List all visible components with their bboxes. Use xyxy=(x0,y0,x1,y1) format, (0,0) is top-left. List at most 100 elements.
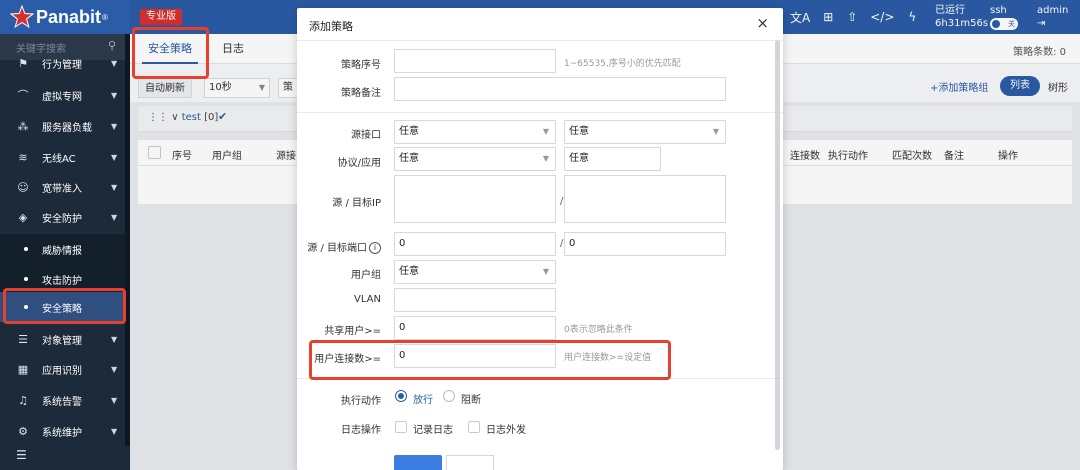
sidebar-item-broadband[interactable]: ☺ 宽带准入 ▼ xyxy=(0,172,130,202)
sidebar-item-label: 系统告警 xyxy=(42,396,82,408)
chevron-down-icon: ▼ xyxy=(111,395,118,405)
dst-interface-select[interactable]: 任意 ▼ xyxy=(564,120,726,144)
seq-label: 策略序号 xyxy=(341,60,381,71)
vpn-icon: ⌒ xyxy=(17,89,29,102)
wifi-icon: ≋ xyxy=(18,150,28,164)
collapse-menu-icon[interactable]: ☰ xyxy=(16,448,27,462)
sidebar-subitem-threat-intel[interactable]: 威胁情报 xyxy=(0,234,130,264)
sidebar-item-label: 无线AC xyxy=(42,153,76,165)
sidebar: 关键字搜索 ⚲ ⚑ 行为管理 ▼ ⌒ 虚拟专网 ▼ ⁂ 服务器负载 ▼ ≋ 无线… xyxy=(0,34,130,470)
record-log-label[interactable]: 记录日志 xyxy=(413,421,453,436)
remark-input[interactable] xyxy=(394,77,726,101)
chevron-down-icon: ▼ xyxy=(111,212,118,222)
sidebar-item-wireless[interactable]: ≋ 无线AC ▼ xyxy=(0,142,130,172)
sidebar-item-maintenance[interactable]: ⚙ 系统维护 ▼ xyxy=(0,416,130,446)
sidebar-item-label: 安全防护 xyxy=(42,213,82,225)
src-port-input[interactable]: 0 xyxy=(394,232,556,256)
chevron-down-icon: ▼ xyxy=(111,152,118,162)
share-user-label: 共享用户>= xyxy=(324,326,381,337)
logo-star-icon xyxy=(10,5,34,29)
add-policy-dialog: 添加策略 × 策略序号 1~65535,序号小的优先匹配 策略备注 源接口 任意… xyxy=(297,8,783,470)
remark-label: 策略备注 xyxy=(341,88,381,99)
chevron-down-icon: ▼ xyxy=(111,58,118,68)
logo: Panabit ® xyxy=(10,5,108,29)
sidebar-item-label: 行为管理 xyxy=(42,59,82,71)
chevron-down-icon: ▼ xyxy=(712,127,719,136)
share-user-value: 0 xyxy=(399,322,406,333)
sidebar-subitem-label: 攻击防护 xyxy=(42,275,82,287)
highlight-box xyxy=(132,27,209,79)
chevron-down-icon: ▼ xyxy=(111,90,118,100)
bullet-icon xyxy=(24,277,28,281)
close-icon[interactable]: × xyxy=(756,14,769,32)
src-interface-select[interactable]: 任意 ▼ xyxy=(394,120,556,144)
chevron-down-icon: ▼ xyxy=(111,426,118,436)
bullet-icon xyxy=(24,247,28,251)
protocol-value: 任意 xyxy=(399,153,419,164)
logo-text: Panabit xyxy=(36,6,102,27)
seq-input[interactable] xyxy=(394,49,556,73)
dst-ip-textarea[interactable] xyxy=(564,175,726,223)
usergroup-value: 任意 xyxy=(399,266,419,277)
send-log-checkbox[interactable] xyxy=(468,421,480,433)
info-icon[interactable]: i xyxy=(369,242,381,254)
sidebar-item-label: 系统维护 xyxy=(42,427,82,439)
allow-label[interactable]: 放行 xyxy=(413,391,433,406)
apps-icon: ▦ xyxy=(17,362,29,376)
highlight-box xyxy=(309,340,671,380)
port-label-text: 源 / 目标端口 xyxy=(307,243,367,254)
protocol-select[interactable]: 任意 ▼ xyxy=(394,147,556,171)
ip-separator: / xyxy=(560,196,564,207)
sidebar-item-alerts[interactable]: ♫ 系统告警 ▼ xyxy=(0,385,130,415)
block-radio[interactable] xyxy=(443,390,455,402)
action-label: 执行动作 xyxy=(341,396,381,407)
database-icon: ☰ xyxy=(18,332,28,346)
block-label[interactable]: 阻断 xyxy=(461,391,481,406)
chevron-down-icon: ▼ xyxy=(542,154,549,163)
sidebar-item-label: 宽带准入 xyxy=(42,183,82,195)
share-user-input[interactable]: 0 xyxy=(394,316,556,340)
dst-interface-value: 任意 xyxy=(569,126,589,137)
vlan-input[interactable] xyxy=(394,288,556,312)
app-value: 任意 xyxy=(569,153,589,164)
sidebar-item-app-id[interactable]: ▦ 应用识别 ▼ xyxy=(0,354,130,384)
dst-port-input[interactable]: 0 xyxy=(564,232,726,256)
chevron-down-icon: ▼ xyxy=(111,334,118,344)
chevron-down-icon: ▼ xyxy=(111,121,118,131)
port-separator: / xyxy=(560,238,564,249)
ip-label: 源 / 目标IP xyxy=(332,198,381,209)
sidebar-item-vpn[interactable]: ⌒ 虚拟专网 ▼ xyxy=(0,80,130,110)
vlan-label: VLAN xyxy=(354,294,381,305)
dialog-title: 添加策略 xyxy=(309,20,353,33)
search-icon[interactable]: ⚲ xyxy=(108,39,116,52)
confirm-button[interactable] xyxy=(394,455,442,470)
sidebar-item-security[interactable]: ◈ 安全防护 ▼ xyxy=(0,202,130,232)
user-icon: ☺ xyxy=(17,180,29,194)
chevron-down-icon: ▼ xyxy=(111,182,118,192)
divider xyxy=(297,40,783,41)
app-input[interactable]: 任意 xyxy=(564,147,661,171)
cancel-button[interactable] xyxy=(446,455,494,470)
dst-port-value: 0 xyxy=(569,238,576,249)
usergroup-select[interactable]: 任意 ▼ xyxy=(394,260,556,284)
chevron-down-icon: ▼ xyxy=(542,127,549,136)
sidebar-item-label: 虚拟专网 xyxy=(42,91,82,103)
allow-radio[interactable] xyxy=(395,390,407,402)
sidebar-item-server-load[interactable]: ⁂ 服务器负载 ▼ xyxy=(0,111,130,141)
sidebar-item-objects[interactable]: ☰ 对象管理 ▼ xyxy=(0,324,130,354)
port-label: 源 / 目标端口 i xyxy=(297,239,381,254)
share-user-hint: 0表示忽略此条件 xyxy=(564,325,633,335)
sidebar-subitem-label: 威胁情报 xyxy=(42,245,82,257)
record-log-checkbox[interactable] xyxy=(395,421,407,433)
sidebar-item-label: 对象管理 xyxy=(42,335,82,347)
sidebar-item-label: 应用识别 xyxy=(42,365,82,377)
flag-icon: ⚑ xyxy=(18,56,28,70)
src-ip-textarea[interactable] xyxy=(394,175,556,223)
sidebar-item-behavior[interactable]: ⚑ 行为管理 ▼ xyxy=(0,52,130,74)
chevron-down-icon: ▼ xyxy=(111,364,118,374)
chevron-down-icon: ▼ xyxy=(542,267,549,276)
shield-icon: ◈ xyxy=(18,210,28,224)
dialog-scrollbar[interactable] xyxy=(775,40,780,450)
send-log-label[interactable]: 日志外发 xyxy=(486,421,526,436)
highlight-box xyxy=(3,288,126,324)
